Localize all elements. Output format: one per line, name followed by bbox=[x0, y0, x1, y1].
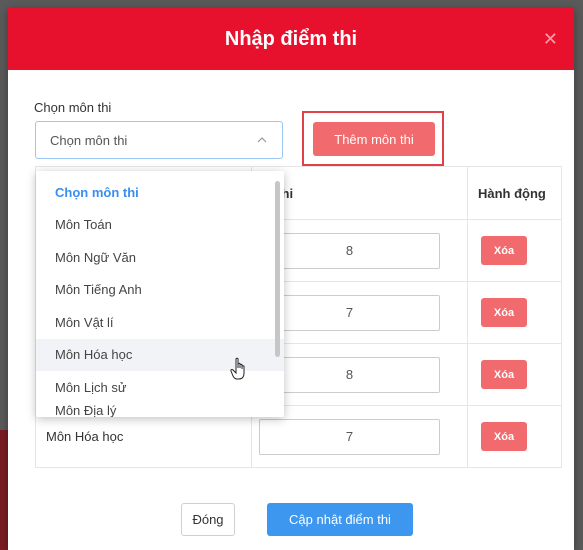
row-action-cell: Xóa bbox=[467, 219, 562, 282]
update-grades-button[interactable]: Cập nhật điểm thi bbox=[267, 503, 413, 536]
score-input[interactable] bbox=[259, 232, 440, 269]
dropdown-scrollbar[interactable] bbox=[275, 181, 280, 357]
score-input[interactable] bbox=[259, 356, 440, 393]
modal-title: Nhập điểm thi bbox=[224, 27, 358, 50]
subject-select-label: Chọn môn thi bbox=[34, 100, 112, 115]
background-strip bbox=[0, 430, 8, 550]
modal-header: Nhập điểm thi ✕ bbox=[8, 8, 574, 70]
close-button[interactable]: Đóng bbox=[181, 503, 235, 536]
dropdown-option[interactable]: Môn Địa lý bbox=[36, 404, 284, 418]
delete-button[interactable]: Xóa bbox=[481, 422, 527, 451]
row-action-cell: Xóa bbox=[467, 343, 562, 406]
dropdown-option[interactable]: Môn Tiếng Anh bbox=[36, 274, 284, 307]
enter-grades-modal: Nhập điểm thi ✕ Chọn môn thi Chọn môn th… bbox=[8, 8, 574, 550]
close-icon[interactable]: ✕ bbox=[543, 30, 558, 48]
subject-select-value: Chọn môn thi bbox=[50, 132, 128, 148]
header-action: Hành động bbox=[467, 166, 562, 220]
dropdown-option[interactable]: Môn Vật lí bbox=[36, 306, 284, 339]
delete-button[interactable]: Xóa bbox=[481, 236, 527, 265]
row-action-cell: Xóa bbox=[467, 281, 562, 344]
hand-pointer-icon bbox=[230, 357, 245, 380]
dropdown-option[interactable]: Môn Toán bbox=[36, 209, 284, 242]
dropdown-option[interactable]: Môn Ngữ Văn bbox=[36, 241, 284, 274]
delete-button[interactable]: Xóa bbox=[481, 360, 527, 389]
dropdown-option[interactable]: Chọn môn thi bbox=[36, 176, 284, 209]
add-subject-button[interactable]: Thêm môn thi bbox=[313, 122, 435, 156]
score-input[interactable] bbox=[259, 418, 440, 455]
delete-button[interactable]: Xóa bbox=[481, 298, 527, 327]
row-action-cell: Xóa bbox=[467, 405, 562, 468]
subject-select[interactable]: Chọn môn thi bbox=[35, 121, 283, 159]
score-input[interactable] bbox=[259, 294, 440, 331]
chevron-up-icon bbox=[257, 137, 267, 143]
